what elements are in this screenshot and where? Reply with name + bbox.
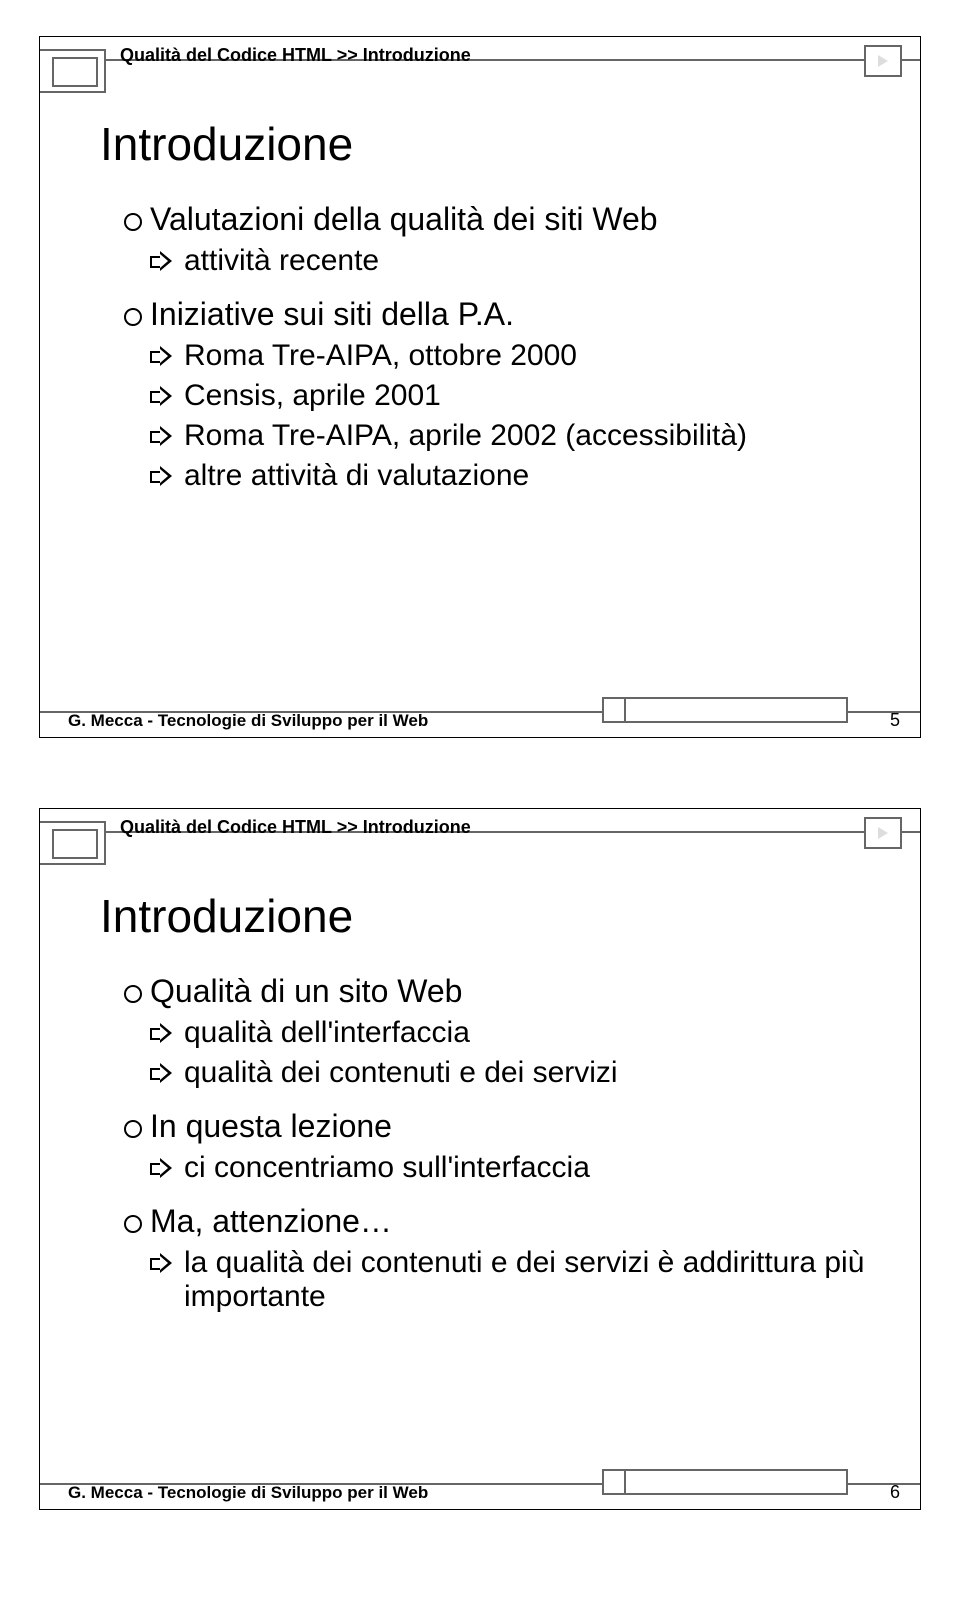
top-left-tab-inner — [52, 829, 98, 859]
bullet-level-2: ci concentriamo sull'interfaccia — [150, 1151, 890, 1185]
bullet-text: attività recente — [184, 244, 379, 277]
slide-title: Introduzione — [100, 889, 890, 943]
bullet-level-2: la qualità dei contenuti e dei servizi è… — [150, 1246, 890, 1314]
bullet-level-1: Qualità di un sito Web — [120, 973, 890, 1010]
bullet-level-1: In questa lezione — [120, 1108, 890, 1145]
bullet-text: la qualità dei contenuti e dei servizi è… — [184, 1246, 864, 1313]
breadcrumb: Qualità del Codice HTML >> Introduzione — [120, 817, 471, 838]
bullet-list: Valutazioni della qualità dei siti Web a… — [120, 201, 890, 493]
breadcrumb: Qualità del Codice HTML >> Introduzione — [120, 45, 471, 66]
bullet-level-2: attività recente — [150, 244, 890, 278]
arrow-right-icon — [150, 1022, 172, 1044]
bullet-level-2: Censis, aprile 2001 — [150, 379, 890, 413]
triangle-icon — [878, 827, 888, 839]
bullet-text: Roma Tre-AIPA, aprile 2002 (accessibilit… — [184, 419, 747, 452]
arrow-right-icon — [150, 1062, 172, 1084]
footer-right-box — [624, 697, 848, 723]
top-left-tab — [40, 49, 106, 93]
arrow-right-icon — [150, 1157, 172, 1179]
slide-body: Introduzione Valutazioni della qualità d… — [90, 107, 890, 677]
arrow-right-icon — [150, 250, 172, 272]
slide-2: Qualità del Codice HTML >> Introduzione … — [39, 808, 921, 1510]
bullet-level-1: Iniziative sui siti della P.A. — [120, 296, 890, 333]
bullet-level-2: qualità dell'interfaccia — [150, 1016, 890, 1050]
bullet-text: Roma Tre-AIPA, ottobre 2000 — [184, 339, 577, 372]
bullet-level-1: Ma, attenzione… — [120, 1203, 890, 1240]
footer-author: G. Mecca - Tecnologie di Sviluppo per il… — [68, 1483, 428, 1503]
bullet-text: Censis, aprile 2001 — [184, 379, 441, 412]
bullet-level-2: Roma Tre-AIPA, ottobre 2000 — [150, 339, 890, 373]
bullet-text: qualità dell'interfaccia — [184, 1016, 470, 1049]
arrow-right-icon — [150, 345, 172, 367]
play-icon — [864, 45, 902, 77]
top-left-tab — [40, 821, 106, 865]
bullet-level-2: qualità dei contenuti e dei servizi — [150, 1056, 890, 1090]
triangle-icon — [878, 55, 888, 67]
arrow-right-icon — [150, 465, 172, 487]
bullet-text: qualità dei contenuti e dei servizi — [184, 1056, 618, 1089]
slide-body: Introduzione Qualità di un sito Web qual… — [90, 879, 890, 1449]
arrow-right-icon — [150, 385, 172, 407]
footer-author: G. Mecca - Tecnologie di Sviluppo per il… — [68, 711, 428, 731]
slide-title: Introduzione — [100, 117, 890, 171]
page-number: 5 — [890, 710, 900, 731]
page-number: 6 — [890, 1482, 900, 1503]
bullet-level-2: altre attività di valutazione — [150, 459, 890, 493]
bullet-text: altre attività di valutazione — [184, 459, 529, 492]
bullet-level-2: Roma Tre-AIPA, aprile 2002 (accessibilit… — [150, 419, 890, 453]
slide-1: Qualità del Codice HTML >> Introduzione … — [39, 36, 921, 738]
arrow-right-icon — [150, 1252, 172, 1274]
arrow-right-icon — [150, 425, 172, 447]
bullet-text: ci concentriamo sull'interfaccia — [184, 1151, 590, 1184]
play-icon — [864, 817, 902, 849]
bullet-level-1: Valutazioni della qualità dei siti Web — [120, 201, 890, 238]
bullet-list: Qualità di un sito Web qualità dell'inte… — [120, 973, 890, 1314]
top-left-tab-inner — [52, 57, 98, 87]
page: Qualità del Codice HTML >> Introduzione … — [0, 36, 960, 1510]
footer-right-box — [624, 1469, 848, 1495]
